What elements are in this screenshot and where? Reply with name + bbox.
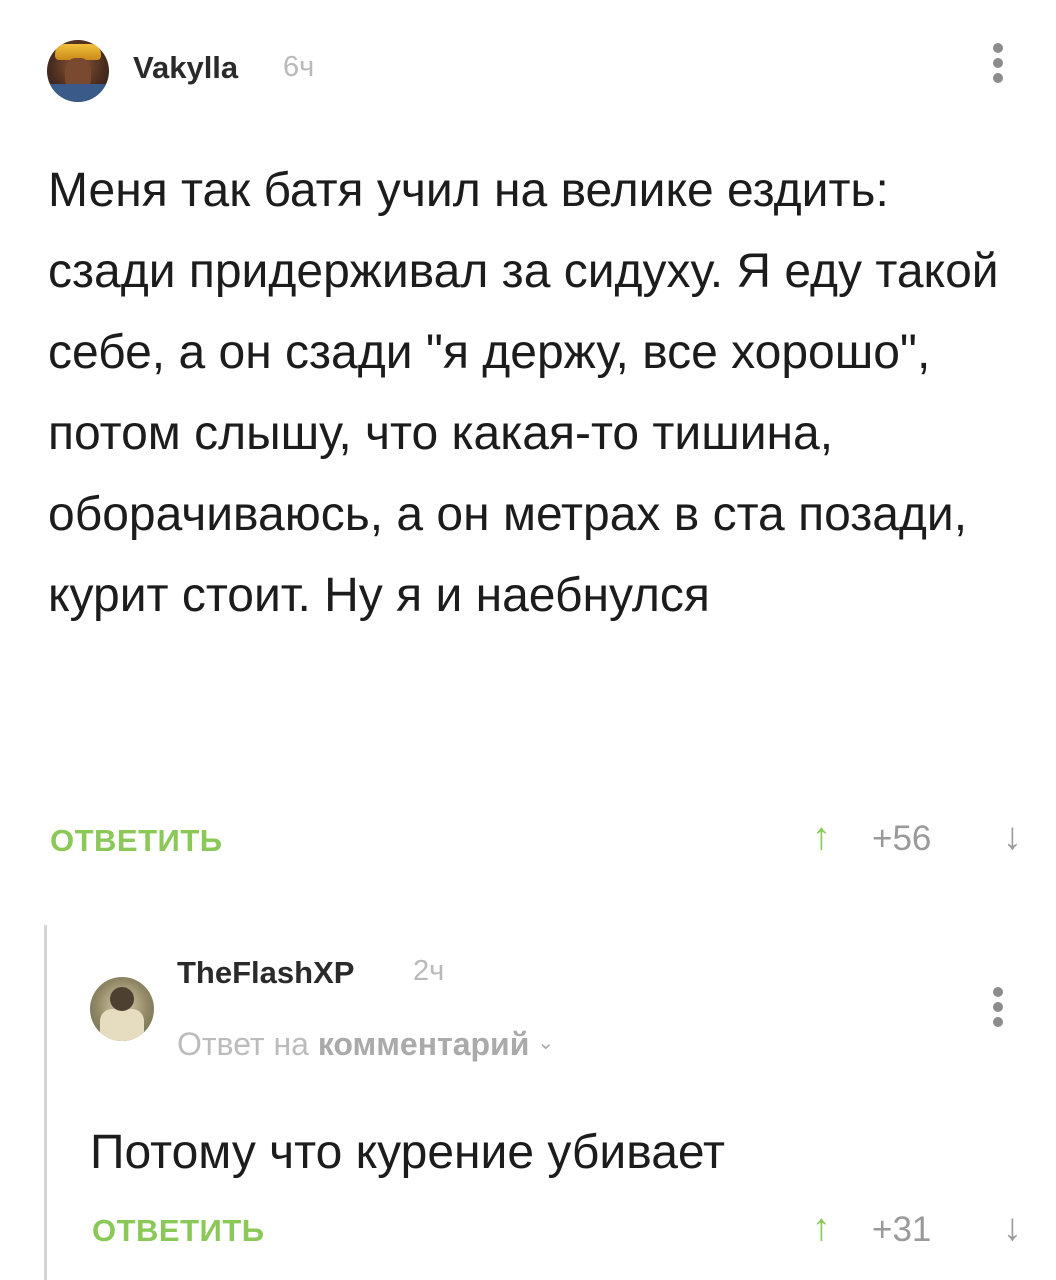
avatar-body (100, 1009, 144, 1041)
comment-score: +56 (872, 819, 932, 858)
dot (993, 73, 1003, 83)
avatar-head (110, 987, 134, 1011)
dot (993, 58, 1003, 68)
arrow-down-icon[interactable]: ↓ (1003, 1206, 1022, 1250)
thread-line[interactable] (44, 925, 47, 1280)
reply-button[interactable]: ОТВЕТИТЬ (50, 823, 223, 859)
chevron-down-icon[interactable]: ⌄ (537, 1030, 554, 1055)
reply-button[interactable]: ОТВЕТИТЬ (92, 1213, 265, 1249)
arrow-up-icon[interactable]: ↑ (812, 815, 831, 859)
comment-author[interactable]: TheFlashXP (177, 955, 354, 991)
reply-to-link[interactable]: комментарий (318, 1026, 530, 1062)
dot (993, 987, 1003, 997)
reply-to-prefix: Ответ на (177, 1026, 309, 1062)
comment-text: Меня так батя учил на велике ездить: сза… (48, 164, 1012, 622)
dot (993, 43, 1003, 53)
dot (993, 1002, 1003, 1012)
comment-time: 6ч (283, 51, 315, 83)
comment-author[interactable]: Vakylla (133, 50, 238, 86)
comment-score: +31 (872, 1210, 932, 1249)
rating-controls: ↑ +56 ↓ (812, 815, 1022, 859)
reply-to-line: Ответ на комментарий ⌄ (177, 1026, 554, 1063)
reply-comment: TheFlashXP 2ч Ответ на комментарий ⌄ Пото… (0, 925, 1056, 1280)
avatar[interactable] (47, 40, 109, 102)
more-vertical-icon[interactable] (988, 43, 1008, 93)
arrow-up-icon[interactable]: ↑ (812, 1206, 831, 1250)
arrow-down-icon[interactable]: ↓ (1003, 815, 1022, 859)
rating-controls: ↑ +31 ↓ (812, 1206, 1022, 1250)
avatar-body (47, 84, 109, 102)
comment-text: Потому что курение убивает (90, 1126, 725, 1179)
more-vertical-icon[interactable] (988, 987, 1008, 1037)
avatar[interactable] (90, 977, 154, 1041)
comment: Vakylla 6ч Меня так батя учил на велике … (0, 0, 1056, 900)
comment-time: 2ч (413, 955, 445, 987)
dot (993, 1017, 1003, 1027)
